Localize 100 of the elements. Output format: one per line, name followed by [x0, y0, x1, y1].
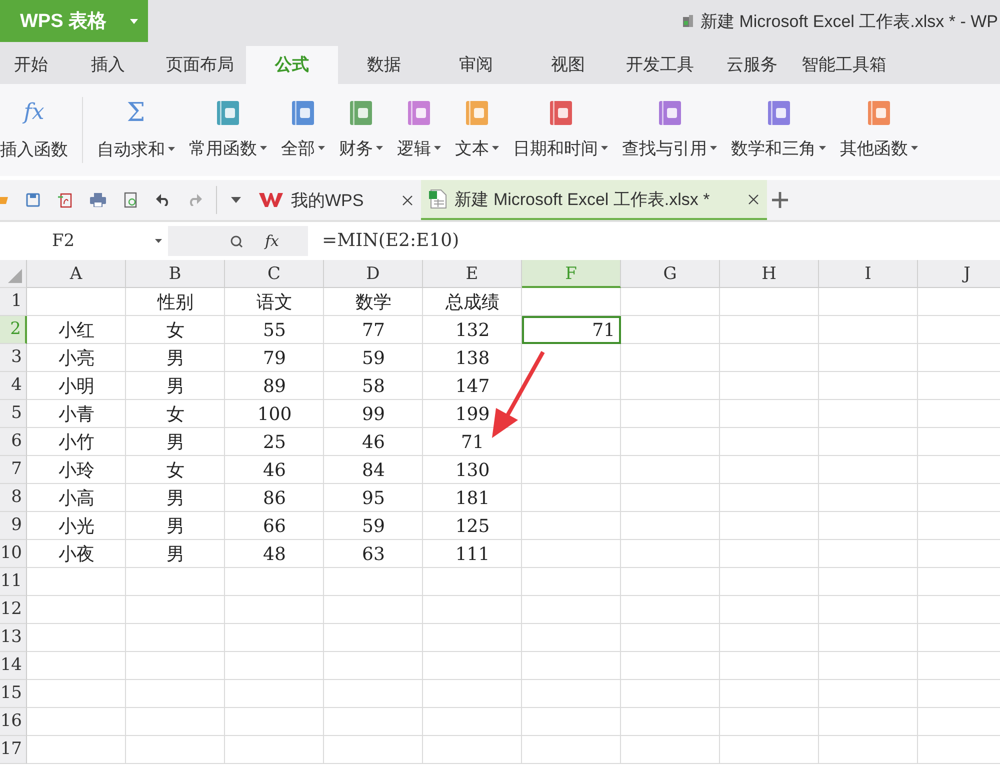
table-cell-text: 小高: [58, 487, 96, 511]
table-cell: 71: [522, 316, 621, 344]
close-icon[interactable]: [748, 194, 759, 204]
formula-input[interactable]: =MIN(E2:E10): [308, 226, 1000, 256]
table-cell-text: 小光: [58, 515, 96, 539]
ribbon-tab[interactable]: 审阅: [430, 46, 522, 84]
table-cell-text: 99: [361, 402, 386, 426]
row-header[interactable]: 7: [0, 456, 27, 484]
file-icon: [682, 14, 694, 28]
ribbon-tab[interactable]: 视图: [522, 46, 614, 84]
export-pdf-icon[interactable]: [58, 192, 72, 208]
column-header[interactable]: I: [819, 260, 918, 288]
print-preview-icon[interactable]: [124, 192, 138, 208]
document-tab[interactable]: 我的WPS: [251, 180, 421, 220]
ribbon-button[interactable]: 日期和时间: [513, 100, 608, 160]
row-header[interactable]: 17: [0, 736, 27, 764]
ribbon-button[interactable]: 财务: [339, 100, 383, 160]
ribbon-tab[interactable]: 插入: [62, 46, 154, 84]
ribbon-button[interactable]: 全部: [281, 100, 325, 160]
table-cell-text: 100: [256, 402, 293, 426]
table-cell-text: 138: [454, 346, 491, 370]
row-header[interactable]: 12: [0, 596, 27, 624]
ribbon-button[interactable]: 逻辑: [397, 100, 441, 160]
row-header[interactable]: 4: [0, 372, 27, 400]
table-cell-text: 小青: [58, 403, 96, 427]
table-cell-text: 小亮: [58, 347, 96, 371]
row-header[interactable]: 11: [0, 568, 27, 596]
table-cell-text: 59: [361, 346, 386, 370]
undo-icon[interactable]: [156, 194, 170, 206]
document-tab[interactable]: 新建 Microsoft Excel 工作表.xlsx *: [420, 180, 767, 220]
row-header[interactable]: 16: [0, 708, 27, 736]
ribbon-tab[interactable]: 开发工具: [614, 46, 706, 84]
table-cell-text: 55: [262, 318, 287, 342]
close-icon[interactable]: [402, 194, 413, 206]
ribbon-button[interactable]: 其他函数: [840, 100, 918, 160]
save-icon[interactable]: [26, 193, 40, 207]
table-cell-text: 女: [166, 459, 186, 483]
column-header[interactable]: H: [720, 260, 819, 288]
table-cell-text: 数学: [354, 291, 392, 315]
table-cell-text: 84: [361, 458, 386, 482]
column-header[interactable]: J: [918, 260, 1000, 288]
new-tab-icon[interactable]: [770, 191, 789, 209]
table-cell-text: 女: [166, 403, 186, 427]
ribbon-button[interactable]: 数学和三角: [731, 100, 826, 160]
table-cell-text: 48: [262, 542, 287, 566]
row-header[interactable]: 10: [0, 540, 27, 568]
ribbon-button[interactable]: 文本: [455, 100, 499, 160]
ribbon-button[interactable]: 常用函数: [189, 100, 267, 160]
table-cell-text: 66: [262, 514, 287, 538]
zoom-icon[interactable]: [230, 234, 243, 248]
column-header[interactable]: G: [621, 260, 720, 288]
ribbon-tab[interactable]: 智能工具箱: [798, 46, 890, 84]
table-cell-text: 59: [361, 514, 386, 538]
row-header[interactable]: 8: [0, 484, 27, 512]
insert-function-button[interactable]: fx: [265, 232, 280, 250]
table-cell-text: 58: [361, 374, 386, 398]
print-icon[interactable]: [90, 193, 106, 207]
table-cell-text: 89: [262, 374, 287, 398]
table-cell-text: 小明: [58, 375, 96, 399]
column-header[interactable]: D: [324, 260, 423, 288]
table-cell-text: 小夜: [58, 543, 96, 567]
dropdown-caret-icon[interactable]: [231, 197, 241, 203]
row-header[interactable]: 13: [0, 624, 27, 652]
table-cell-text: 111: [454, 542, 491, 566]
ribbon-tab[interactable]: 数据: [338, 46, 430, 84]
table-cell-text: 小玲: [58, 459, 96, 483]
table-cell-text: 小竹: [58, 431, 96, 455]
row-header[interactable]: 6: [0, 428, 27, 456]
table-cell-text: 46: [361, 430, 386, 454]
table-cell-text: 63: [361, 542, 386, 566]
name-box[interactable]: F2: [0, 226, 168, 256]
table-cell-text: 男: [166, 487, 186, 511]
function-icon: Σ: [126, 100, 146, 126]
column-header[interactable]: B: [126, 260, 225, 288]
table-cell-text: 25: [262, 430, 287, 454]
table-cell-text: 132: [454, 318, 491, 342]
table-cell-text: 小红: [58, 319, 96, 343]
ribbon-button[interactable]: 查找与引用: [622, 100, 717, 160]
row-header[interactable]: 14: [0, 652, 27, 680]
table-cell-text: 女: [166, 319, 186, 343]
table-cell-text: 181: [454, 486, 491, 510]
table-cell-text: 71: [460, 430, 485, 454]
ribbon-button[interactable]: fx 插入函数: [0, 100, 68, 160]
column-header[interactable]: E: [423, 260, 522, 288]
wps-logo-icon: [259, 192, 283, 208]
table-cell-text: 95: [361, 486, 386, 510]
ribbon-tab[interactable]: 开始: [0, 46, 62, 84]
row-header[interactable]: 5: [0, 400, 27, 428]
ribbon-button[interactable]: Σ 自动求和: [97, 100, 175, 160]
row-header[interactable]: 3: [0, 344, 27, 372]
window-title: 新建 Microsoft Excel 工作表.xlsx * - WP: [700, 10, 998, 32]
ribbon-tab[interactable]: 云服务: [706, 46, 798, 84]
table-cell-text: 46: [262, 458, 287, 482]
row-header[interactable]: 9: [0, 512, 27, 540]
column-header[interactable]: A: [27, 260, 126, 288]
row-header[interactable]: 15: [0, 680, 27, 708]
column-header[interactable]: C: [225, 260, 324, 288]
table-cell-text: 男: [166, 543, 186, 567]
row-header[interactable]: 1: [0, 288, 27, 316]
ribbon-tab[interactable]: 页面布局: [154, 46, 246, 84]
